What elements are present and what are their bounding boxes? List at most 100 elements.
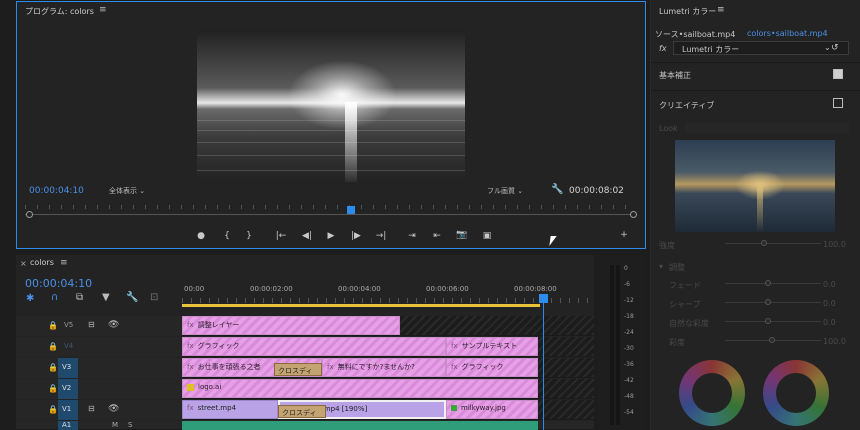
captions-icon[interactable]: ⊡	[150, 292, 158, 303]
work-area-bar[interactable]	[182, 304, 540, 307]
intensity-knob[interactable]	[761, 240, 767, 246]
lock-icon[interactable]: 🔒	[48, 405, 58, 414]
sync-lock-icon[interactable]: ⊟	[88, 320, 95, 329]
shadow-tint-wheel[interactable]	[679, 360, 745, 426]
add-marker-timeline-icon[interactable]: ▼	[102, 292, 110, 303]
lock-icon[interactable]: 🔒	[48, 342, 58, 351]
close-tab-icon[interactable]: ×	[20, 259, 27, 268]
sharpen-value[interactable]: 0.0	[823, 299, 836, 308]
track-name-v5[interactable]: V5	[64, 321, 73, 329]
lumetri-menu-icon[interactable]: ≡	[717, 5, 725, 15]
scrub-start-handle[interactable]	[26, 211, 33, 218]
clip-text-2[interactable]: fx 無料にですか?ませんか?	[322, 358, 446, 377]
clip-sample-text[interactable]: fx サンプルテキスト	[446, 337, 538, 356]
saturation-value[interactable]: 100.0	[823, 337, 846, 346]
sharpen-knob[interactable]	[765, 299, 771, 305]
lock-icon[interactable]: 🔒	[48, 321, 58, 330]
sync-lock-icon[interactable]: ⊟	[88, 404, 95, 413]
creative-header[interactable]: クリエイティブ	[659, 100, 714, 111]
timeline-ruler[interactable]: 00:00 00:00:02:00 00:00:04:00 00:00:06:0…	[182, 280, 594, 310]
timeline-playhead-line	[543, 302, 544, 430]
mark-out-icon[interactable]: }	[242, 231, 256, 241]
intensity-value[interactable]: 100.0	[823, 240, 846, 249]
creative-checkbox[interactable]	[833, 98, 843, 108]
timeline-timecode[interactable]: 00:00:04:10	[25, 277, 92, 290]
linked-selection-icon[interactable]: ⧉	[76, 292, 83, 303]
adjustments-header[interactable]: 調整	[669, 262, 685, 273]
faded-film-knob[interactable]	[765, 280, 771, 286]
clip-logo[interactable]: logo.ai	[182, 379, 538, 398]
track-name-v3[interactable]: V3	[58, 358, 78, 378]
clip-adjustment-layer[interactable]: fx 調整レイヤー	[182, 316, 400, 335]
step-back-icon[interactable]: ◀|	[300, 231, 314, 241]
creative-look-preview[interactable]	[675, 140, 835, 232]
wrench-icon[interactable]: 🔧	[551, 184, 563, 195]
vibrance-value[interactable]: 0.0	[823, 318, 836, 327]
solo-toggle[interactable]: S	[128, 421, 132, 429]
effect-select[interactable]: Lumetri カラー ⌄	[673, 41, 849, 55]
lift-icon[interactable]: ⇥	[405, 231, 419, 241]
settings-wrench-icon[interactable]: 🔧	[126, 292, 138, 303]
magnet-icon[interactable]: ∩	[51, 292, 58, 303]
look-select[interactable]	[685, 122, 849, 133]
play-icon[interactable]: ▶	[324, 231, 338, 241]
eye-icon[interactable]: 👁	[108, 404, 119, 414]
basic-correction-checkbox[interactable]	[833, 69, 843, 79]
extract-icon[interactable]: ⇤	[430, 231, 444, 241]
track-header-v3: 🔒 V3	[16, 358, 182, 378]
lock-icon[interactable]: 🔒	[48, 384, 58, 393]
mark-in-icon[interactable]: {	[220, 231, 234, 241]
program-playhead[interactable]	[347, 206, 355, 214]
add-marker-icon[interactable]: ●	[194, 231, 208, 241]
snap-icon[interactable]: ✱	[26, 293, 34, 304]
eye-icon[interactable]: 👁	[108, 320, 119, 330]
mute-toggle[interactable]: M	[112, 421, 118, 429]
comparison-view-icon[interactable]: ▣	[480, 231, 494, 241]
quality-select[interactable]: フル画質 ⌄	[487, 186, 523, 196]
audio-clip[interactable]	[182, 421, 538, 430]
vibrance-knob[interactable]	[765, 318, 771, 324]
step-forward-icon[interactable]: |▶	[349, 231, 363, 241]
timeline-menu-icon[interactable]: ≡	[60, 258, 68, 268]
scrub-bar[interactable]	[25, 214, 637, 215]
track-name-a1[interactable]: A1	[58, 421, 78, 430]
highlight-tint-wheel[interactable]	[763, 360, 829, 426]
go-to-in-icon[interactable]: |←	[274, 231, 288, 241]
track-name-v4[interactable]: V4	[64, 342, 73, 350]
basic-correction-header[interactable]: 基本補正	[659, 70, 691, 81]
transition-cross-dissolve-1[interactable]: クロスディ	[274, 363, 322, 376]
faded-film-value[interactable]: 0.0	[823, 280, 836, 289]
camera-icon[interactable]: 📷	[455, 230, 469, 240]
transition-cross-dissolve-2[interactable]: クロスディ	[278, 405, 326, 418]
clip-milkyway[interactable]: milkyway.jpg	[446, 400, 538, 419]
clip-street[interactable]: fx street.mp4	[182, 400, 278, 419]
program-menu-icon[interactable]: ≡	[99, 5, 107, 15]
reset-icon[interactable]: ↺	[831, 43, 839, 53]
saturation-knob[interactable]	[769, 337, 775, 343]
intensity-slider[interactable]	[725, 243, 821, 244]
program-timecode-current[interactable]: 00:00:04:10	[29, 186, 84, 196]
ruler-ticks	[182, 298, 594, 303]
sharpen-slider[interactable]	[725, 302, 821, 303]
program-monitor: プログラム: colors ≡ 00:00:04:10 全体表示 ⌄ フル画質 …	[16, 1, 646, 249]
lumetri-panel-title[interactable]: Lumetri カラー	[659, 6, 716, 17]
sequence-tab[interactable]: colors•sailboat.mp4	[747, 29, 828, 38]
scrub-end-handle[interactable]	[630, 211, 637, 218]
vibrance-slider[interactable]	[725, 321, 821, 322]
collapse-arrow-icon[interactable]: ▾	[659, 262, 663, 271]
sequence-tab[interactable]: colors	[30, 258, 54, 267]
clip-graphic[interactable]: fx グラフィック	[182, 337, 446, 356]
source-tab[interactable]: ソース•sailboat.mp4	[655, 29, 735, 40]
ruler-label: 00:00	[184, 285, 205, 293]
go-to-out-icon[interactable]: →|	[374, 231, 388, 241]
lock-icon[interactable]: 🔒	[48, 363, 58, 372]
add-button-icon[interactable]: +	[617, 230, 631, 240]
chevron-down-icon: ⌄	[824, 43, 831, 52]
track-name-v2[interactable]: V2	[58, 379, 78, 399]
meter-label: -24	[624, 329, 634, 336]
scrub-ticks	[25, 205, 637, 209]
zoom-select[interactable]: 全体表示 ⌄	[109, 186, 145, 196]
track-name-v1[interactable]: V1	[58, 400, 78, 420]
clip-graphic-v3[interactable]: fx グラフィック	[446, 358, 538, 377]
faded-film-slider[interactable]	[725, 283, 821, 284]
